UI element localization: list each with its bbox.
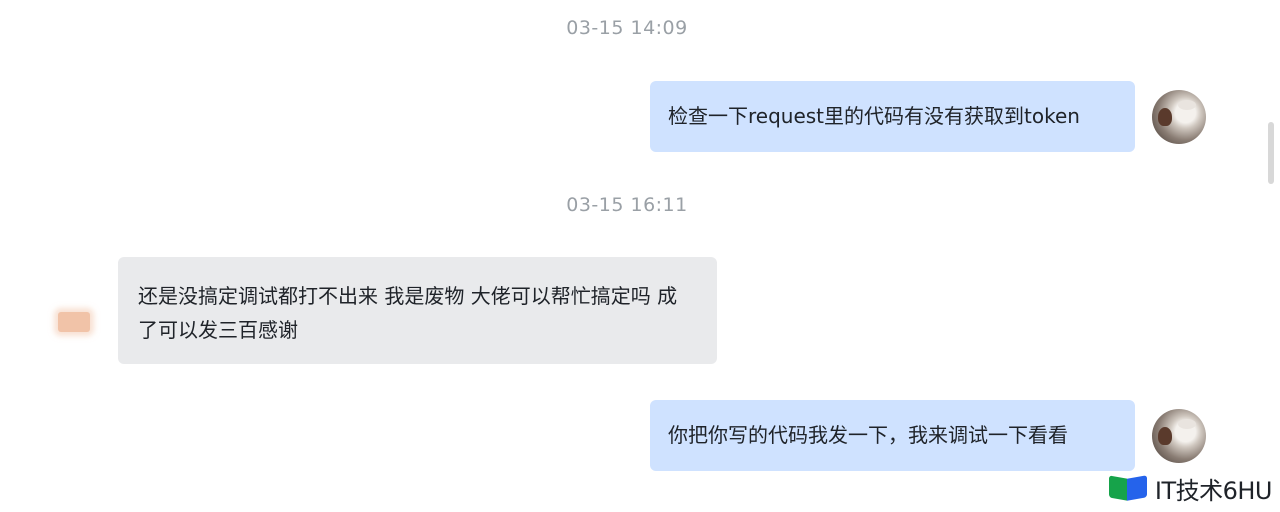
message-bubble-incoming[interactable]: 还是没搞定调试都打不出来 我是废物 大佬可以帮忙搞定吗 成了可以发三百感谢 <box>118 257 717 364</box>
watermark-text: IT技术6HU <box>1154 477 1273 505</box>
chat-window: 03-15 14:09 检查一下request里的代码有没有获取到token 0… <box>0 0 1280 512</box>
watermark: IT技术6HU <box>1108 471 1273 506</box>
avatar-detail <box>1178 419 1196 429</box>
timestamp: 03-15 16:11 <box>566 194 688 216</box>
avatar-detail <box>1158 108 1172 126</box>
avatar-detail <box>1178 100 1196 110</box>
message-bubble-outgoing[interactable]: 检查一下request里的代码有没有获取到token <box>650 81 1135 152</box>
book-logo-icon <box>1108 474 1149 503</box>
scrollbar[interactable] <box>1268 122 1274 184</box>
peer-avatar-icon[interactable] <box>44 306 96 338</box>
user-avatar-icon[interactable] <box>1152 409 1206 463</box>
avatar-detail <box>1158 427 1172 445</box>
user-avatar-icon[interactable] <box>1152 90 1206 144</box>
message-bubble-outgoing[interactable]: 你把你写的代码我发一下，我来调试一下看看 <box>650 400 1135 471</box>
timestamp: 03-15 14:09 <box>566 17 688 39</box>
avatar-blurred-image <box>58 312 90 332</box>
